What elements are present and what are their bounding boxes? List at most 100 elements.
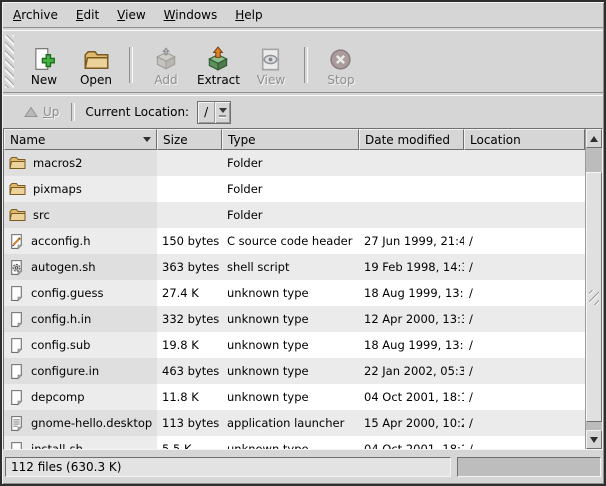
add-button: Add <box>140 43 192 89</box>
column-header-name[interactable]: Name <box>4 129 157 150</box>
file-row-configure.in[interactable]: configure.in463 bytesunknown type22 Jan … <box>4 358 585 384</box>
cell-location: / <box>464 358 585 384</box>
location-bar: Up Current Location: / <box>2 96 604 128</box>
file-name: pixmaps <box>33 182 82 196</box>
menu-help[interactable]: Help <box>226 4 271 26</box>
file-row-config.sub[interactable]: config.sub 19.8 Kunknown type18 Aug 1999,… <box>4 332 585 358</box>
file-name: gnome-hello.desktop <box>31 416 152 430</box>
cell-type: shell script <box>222 254 359 280</box>
menu-windows[interactable]: Windows <box>155 4 227 26</box>
cell-name: src <box>4 202 157 228</box>
document-icon <box>8 285 25 302</box>
file-row-gnome-hello.desktop[interactable]: gnome-hello.desktop 113 bytesapplication … <box>4 410 585 436</box>
up-button-label: Up <box>43 105 59 119</box>
file-row-acconfig.h[interactable]: acconfig.h150 bytesC source code header2… <box>4 228 585 254</box>
scrollbar-track[interactable] <box>586 148 602 430</box>
column-header-label: Type <box>228 133 256 147</box>
file-row-depcomp[interactable]: depcomp11.8 Kunknown type04 Oct 2001, 18… <box>4 384 585 410</box>
cell-size: 113 bytes <box>157 410 222 436</box>
scrollbar-down-button[interactable] <box>586 430 602 449</box>
cell-location <box>464 176 585 202</box>
cell-size <box>157 150 222 176</box>
column-header-type[interactable]: Type <box>222 129 359 150</box>
toolbar: NewOpenAddExtractViewStop <box>2 31 604 92</box>
file-name: autogen.sh <box>31 260 95 274</box>
menu-archive[interactable]: Archive <box>4 4 67 26</box>
file-name: config.h.in <box>31 312 91 326</box>
file-table: Name Size Type Date modified Location macros… <box>4 129 585 449</box>
status-bar: 112 files (630.3 K) <box>2 450 604 484</box>
cell-name: autogen.sh <box>4 254 157 280</box>
column-header-label: Date modified <box>365 133 450 147</box>
file-row-autogen.sh[interactable]: autogen.sh363 bytesshell script19 Feb 19… <box>4 254 585 280</box>
extract-icon <box>205 44 231 72</box>
c-header-icon <box>8 233 25 250</box>
scrollbar-up-button[interactable] <box>586 129 602 148</box>
cell-location: / <box>464 384 585 410</box>
table-header: Name Size Type Date modified Location <box>4 129 585 150</box>
cell-name: config.sub <box>4 332 157 358</box>
cell-date: 18 Aug 1999, 13:53 <box>359 332 464 358</box>
file-name: config.guess <box>31 286 104 300</box>
file-name: config.sub <box>31 338 90 352</box>
menu-edit[interactable]: Edit <box>67 4 108 26</box>
table-body: macros2FolderpixmapsFoldersrcFolderaccon… <box>4 150 585 449</box>
cell-type: Folder <box>222 202 359 228</box>
document-icon <box>8 441 25 450</box>
toolbar-drag-handle[interactable] <box>5 35 14 88</box>
status-text: 112 files (630.3 K) <box>11 460 121 474</box>
cell-type: Folder <box>222 150 359 176</box>
cell-size: 19.8 K <box>157 332 222 358</box>
cell-type: unknown type <box>222 436 359 449</box>
column-header-size[interactable]: Size <box>157 129 222 150</box>
scrollbar-thumb[interactable] <box>586 172 602 422</box>
cell-size: 150 bytes <box>157 228 222 254</box>
extract-button[interactable]: Extract <box>192 43 245 89</box>
cell-location <box>464 202 585 228</box>
location-combo[interactable]: / <box>197 101 231 124</box>
cell-type: Folder <box>222 176 359 202</box>
file-row-pixmaps[interactable]: pixmaps Folder <box>4 176 585 202</box>
folder-icon <box>8 181 27 197</box>
separator <box>71 103 75 121</box>
file-row-install-sh[interactable]: install-sh5.5 Kunknown type04 Oct 2001, … <box>4 436 585 449</box>
file-row-config.h.in[interactable]: config.h.in332 bytesunknown type12 Apr 2… <box>4 306 585 332</box>
new-button[interactable]: New <box>18 43 70 89</box>
combo-dropdown-icon <box>214 102 230 123</box>
cell-type: unknown type <box>222 332 359 358</box>
document-icon <box>8 337 25 354</box>
column-header-label: Size <box>163 133 188 147</box>
cell-size: 332 bytes <box>157 306 222 332</box>
status-message-panel: 112 files (630.3 K) <box>5 457 451 477</box>
cell-type: C source code header <box>222 228 359 254</box>
cell-name: config.guess <box>4 280 157 306</box>
toolbar-separator <box>304 47 308 83</box>
stop-icon <box>328 44 353 72</box>
cell-type: application launcher <box>222 410 359 436</box>
file-name: configure.in <box>31 364 99 378</box>
open-button[interactable]: Open <box>70 43 122 89</box>
thumb-grip-icon <box>589 290 599 305</box>
vertical-scrollbar[interactable] <box>585 129 602 449</box>
menu-view[interactable]: View <box>108 4 154 26</box>
column-header-label: Name <box>10 133 45 147</box>
menubar: ArchiveEditViewWindowsHelp <box>2 2 604 27</box>
current-location-label: Current Location: <box>85 105 189 119</box>
file-row-macros2[interactable]: macros2Folder <box>4 150 585 176</box>
arrow-up-icon <box>590 136 598 142</box>
column-header-label: Location <box>470 133 521 147</box>
cell-type: unknown type <box>222 384 359 410</box>
cell-location: / <box>464 306 585 332</box>
cell-type: unknown type <box>222 358 359 384</box>
cell-date <box>359 202 464 228</box>
cell-date: 19 Feb 1998, 14:31 <box>359 254 464 280</box>
cell-size <box>157 202 222 228</box>
file-name: install-sh <box>31 442 83 449</box>
progress-bar-area <box>457 457 601 477</box>
cell-date <box>359 176 464 202</box>
file-row-config.guess[interactable]: config.guess27.4 Kunknown type18 Aug 199… <box>4 280 585 306</box>
column-header-date-modified[interactable]: Date modified <box>359 129 464 150</box>
new-archive-icon <box>31 44 57 72</box>
file-row-src[interactable]: src Folder <box>4 202 585 228</box>
column-header-location[interactable]: Location <box>464 129 585 150</box>
